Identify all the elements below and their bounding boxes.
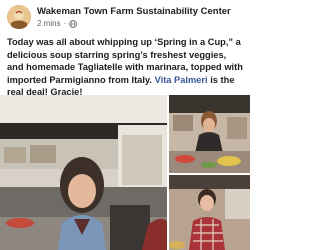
kitchen-photo-prep: [169, 95, 250, 173]
farm-logo-icon: [7, 5, 31, 29]
post-meta: 2 mins ·: [37, 19, 78, 28]
kitchen-photo-chef: [0, 95, 167, 250]
photo-main[interactable]: [0, 95, 167, 250]
photo-grid: [0, 95, 250, 250]
mention-link[interactable]: Vita Palmeri: [155, 75, 208, 85]
meta-separator: ·: [63, 19, 67, 28]
photo-top-right[interactable]: [169, 95, 250, 173]
globe-icon[interactable]: [69, 19, 78, 28]
post-time[interactable]: 2 mins: [37, 19, 61, 28]
photo-bottom-right[interactable]: [169, 175, 250, 250]
kitchen-photo-plaid: [169, 175, 250, 250]
post-body-text: Today was all about whipping up ‘Spring …: [7, 36, 245, 99]
post-header: Wakeman Town Farm Sustainability Center …: [0, 0, 250, 33]
page-name-link[interactable]: Wakeman Town Farm Sustainability Center: [37, 6, 231, 17]
page-avatar[interactable]: [7, 5, 31, 29]
